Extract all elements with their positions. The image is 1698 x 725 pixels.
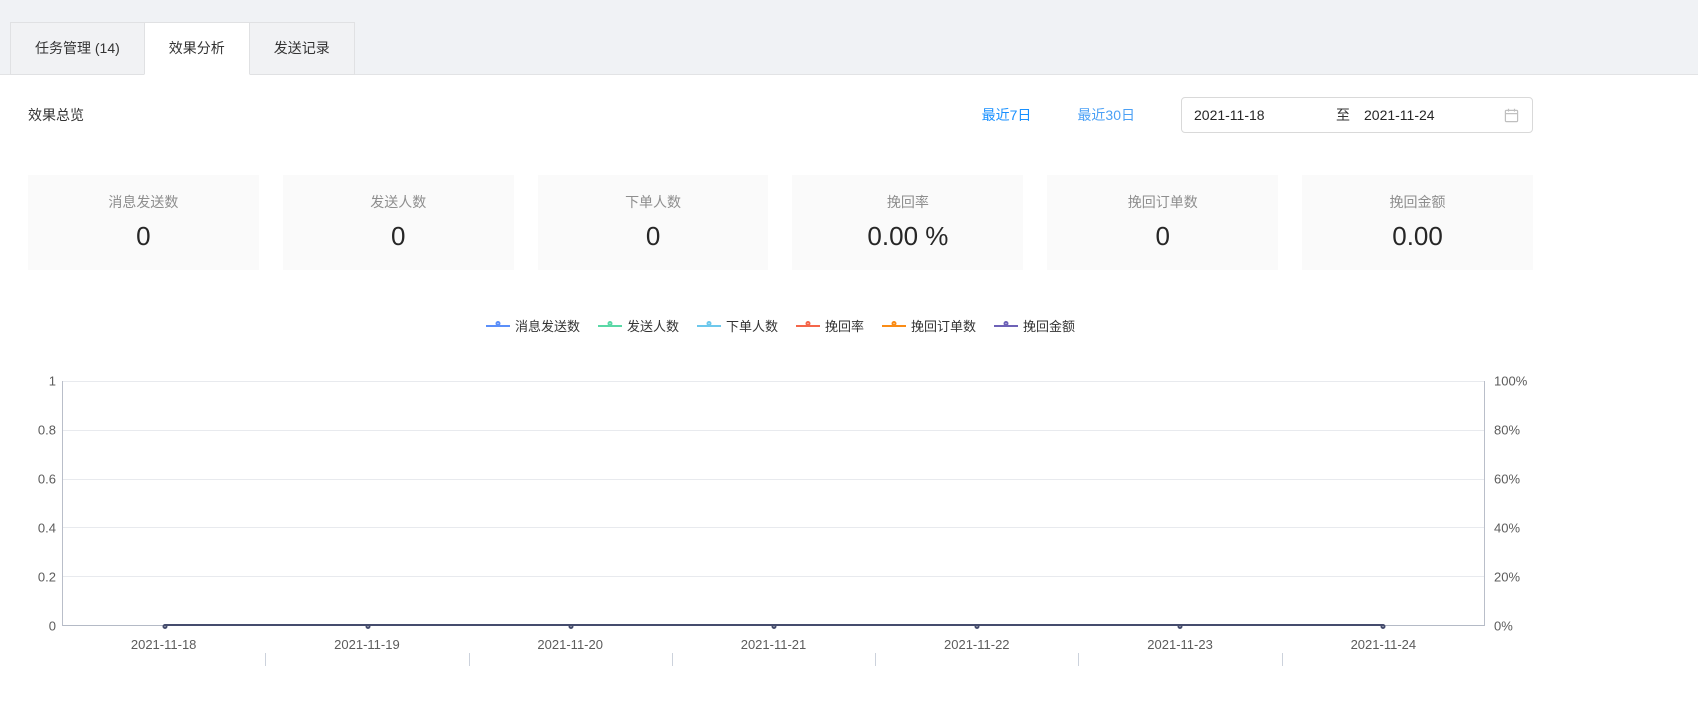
axis-tick: [265, 653, 267, 666]
legend-marker-icon: [485, 320, 510, 327]
stat-card: 挽回订单数 0: [1047, 175, 1279, 270]
stat-value: 0: [136, 221, 151, 251]
stat-value: 0.00 %: [867, 221, 949, 251]
x-axis-label: 2021-11-24: [1350, 637, 1417, 652]
overview-controls: 最近7日 最近30日 2021-11-18 至 2021-11-24: [982, 97, 1533, 133]
data-point-marker: [568, 624, 573, 629]
y-axis-label-right: 0%: [1494, 618, 1513, 634]
date-range-picker[interactable]: 2021-11-18 至 2021-11-24: [1181, 97, 1533, 133]
legend-item[interactable]: 发送人数: [597, 316, 679, 335]
overview-row: 效果总览 最近7日 最近30日 2021-11-18 至 2021-11-24: [28, 97, 1533, 133]
y-axis-left: 1 0.8 0.6 0.4 0.2 0: [28, 374, 56, 634]
legend-item[interactable]: 挽回订单数: [882, 316, 976, 335]
y-axis-label-left: 0: [48, 618, 56, 634]
chart: 1 0.8 0.6 0.4 0.2 0 100% 80% 60% 40% 20% 0% 2021-1…: [28, 374, 1533, 671]
axis-tick: [671, 653, 673, 666]
stat-label: 下单人数: [625, 194, 682, 210]
page-title: 效果总览: [28, 107, 84, 123]
legend-label: 挽回订单数: [911, 319, 977, 334]
y-axis-label-left: 0.6: [37, 471, 56, 487]
y-axis-label-right: 80%: [1494, 422, 1521, 438]
x-axis-label: 2021-11-20: [537, 637, 603, 652]
legend-marker-icon: [597, 320, 622, 327]
tab-1[interactable]: 效果分析: [143, 22, 250, 75]
y-axis-label-right: 20%: [1494, 569, 1521, 585]
grid-line: [63, 527, 1484, 529]
grid-line: [63, 429, 1484, 431]
data-point-marker: [1177, 624, 1182, 629]
stat-value: 0: [391, 221, 406, 251]
stat-card: 下单人数 0: [537, 175, 769, 270]
x-axis-label: 2021-11-19: [334, 637, 400, 652]
legend-marker-icon: [882, 320, 907, 327]
legend-label: 挽回金额: [1023, 319, 1076, 334]
legend-item[interactable]: 下单人数: [696, 316, 778, 335]
legend-marker-icon: [994, 320, 1019, 327]
stat-label: 发送人数: [370, 194, 427, 210]
data-point-marker: [771, 624, 776, 629]
bottom-cutoff-strip: [62, 653, 1485, 667]
stat-label: 挽回金额: [1389, 194, 1446, 210]
x-axis-label: 2021-11-22: [944, 637, 1010, 652]
y-axis-right: 100% 80% 60% 40% 20% 0%: [1487, 374, 1533, 634]
grid-line: [63, 478, 1484, 480]
y-axis-label-right: 60%: [1494, 471, 1521, 487]
legend-marker-icon: [796, 320, 820, 327]
tab-bar: 任务管理 (14) 效果分析 发送记录: [10, 22, 355, 75]
legend-item[interactable]: 消息发送数: [485, 316, 580, 335]
x-axis-label: 2021-11-23: [1147, 637, 1213, 652]
stat-card: 挽回率 0.00 %: [792, 175, 1024, 270]
stat-value: 0: [1155, 221, 1170, 251]
axis-tick: [468, 653, 470, 666]
calendar-icon[interactable]: [1504, 107, 1520, 123]
grid-line: [63, 381, 1484, 382]
axis-tick: [1078, 653, 1080, 666]
stat-value: 0.00: [1392, 221, 1443, 251]
legend-label: 发送人数: [626, 319, 679, 334]
stat-label: 挽回订单数: [1127, 194, 1198, 210]
tab-2[interactable]: 发送记录: [248, 22, 355, 75]
legend-item[interactable]: 挽回金额: [994, 316, 1075, 335]
plot-area: [62, 381, 1485, 629]
legend-label: 挽回率: [825, 319, 865, 334]
y-axis-label-left: 0.2: [37, 569, 56, 585]
grid-line: [63, 576, 1484, 578]
legend-marker-icon: [696, 320, 721, 327]
stat-card: 消息发送数 0: [28, 175, 259, 270]
header: 任务管理 (14) 效果分析 发送记录: [0, 0, 1698, 75]
date-start-value[interactable]: 2021-11-18: [1194, 107, 1334, 123]
content: 效果总览 最近7日 最近30日 2021-11-18 至 2021-11-24 …: [28, 97, 1533, 671]
y-axis-label-right: 40%: [1494, 520, 1521, 536]
x-axis-label: 2021-11-18: [130, 637, 197, 652]
legend-item[interactable]: 挽回率: [796, 316, 864, 335]
stat-card: 发送人数 0: [282, 175, 514, 270]
tab-0[interactable]: 任务管理 (14): [10, 22, 145, 75]
y-axis-label-right: 100%: [1494, 373, 1528, 389]
date-end-value[interactable]: 2021-11-24: [1352, 107, 1504, 123]
stat-value: 0: [645, 221, 661, 251]
data-point-marker: [974, 624, 979, 629]
data-point-marker: [1380, 624, 1385, 629]
x-axis-label: 2021-11-21: [740, 637, 807, 652]
stat-cards: 消息发送数 0 发送人数 0 下单人数 0 挽回率 0.00 % 挽回订单数 0 挽回金额 0.00: [28, 175, 1533, 270]
axis-tick: [875, 653, 877, 666]
legend-label: 消息发送数: [514, 319, 580, 334]
stat-label: 消息发送数: [108, 194, 179, 210]
y-axis-label-left: 1: [48, 373, 56, 389]
range-30d-link[interactable]: 最近30日: [1077, 105, 1135, 125]
date-separator: 至: [1336, 107, 1350, 123]
axis-tick: [1281, 653, 1283, 666]
legend-label: 下单人数: [725, 319, 778, 334]
stat-label: 挽回率: [886, 194, 929, 210]
range-7d-link[interactable]: 最近7日: [982, 105, 1032, 125]
stat-card: 挽回金额 0.00: [1302, 175, 1533, 270]
y-axis-label-left: 0.8: [37, 422, 56, 438]
data-point-marker: [365, 624, 370, 629]
data-point-marker: [162, 624, 167, 629]
y-axis-label-left: 0.4: [37, 520, 56, 536]
chart-legend: 消息发送数 发送人数 下单人数 挽回率 挽回订单数 挽回金额: [28, 316, 1533, 335]
